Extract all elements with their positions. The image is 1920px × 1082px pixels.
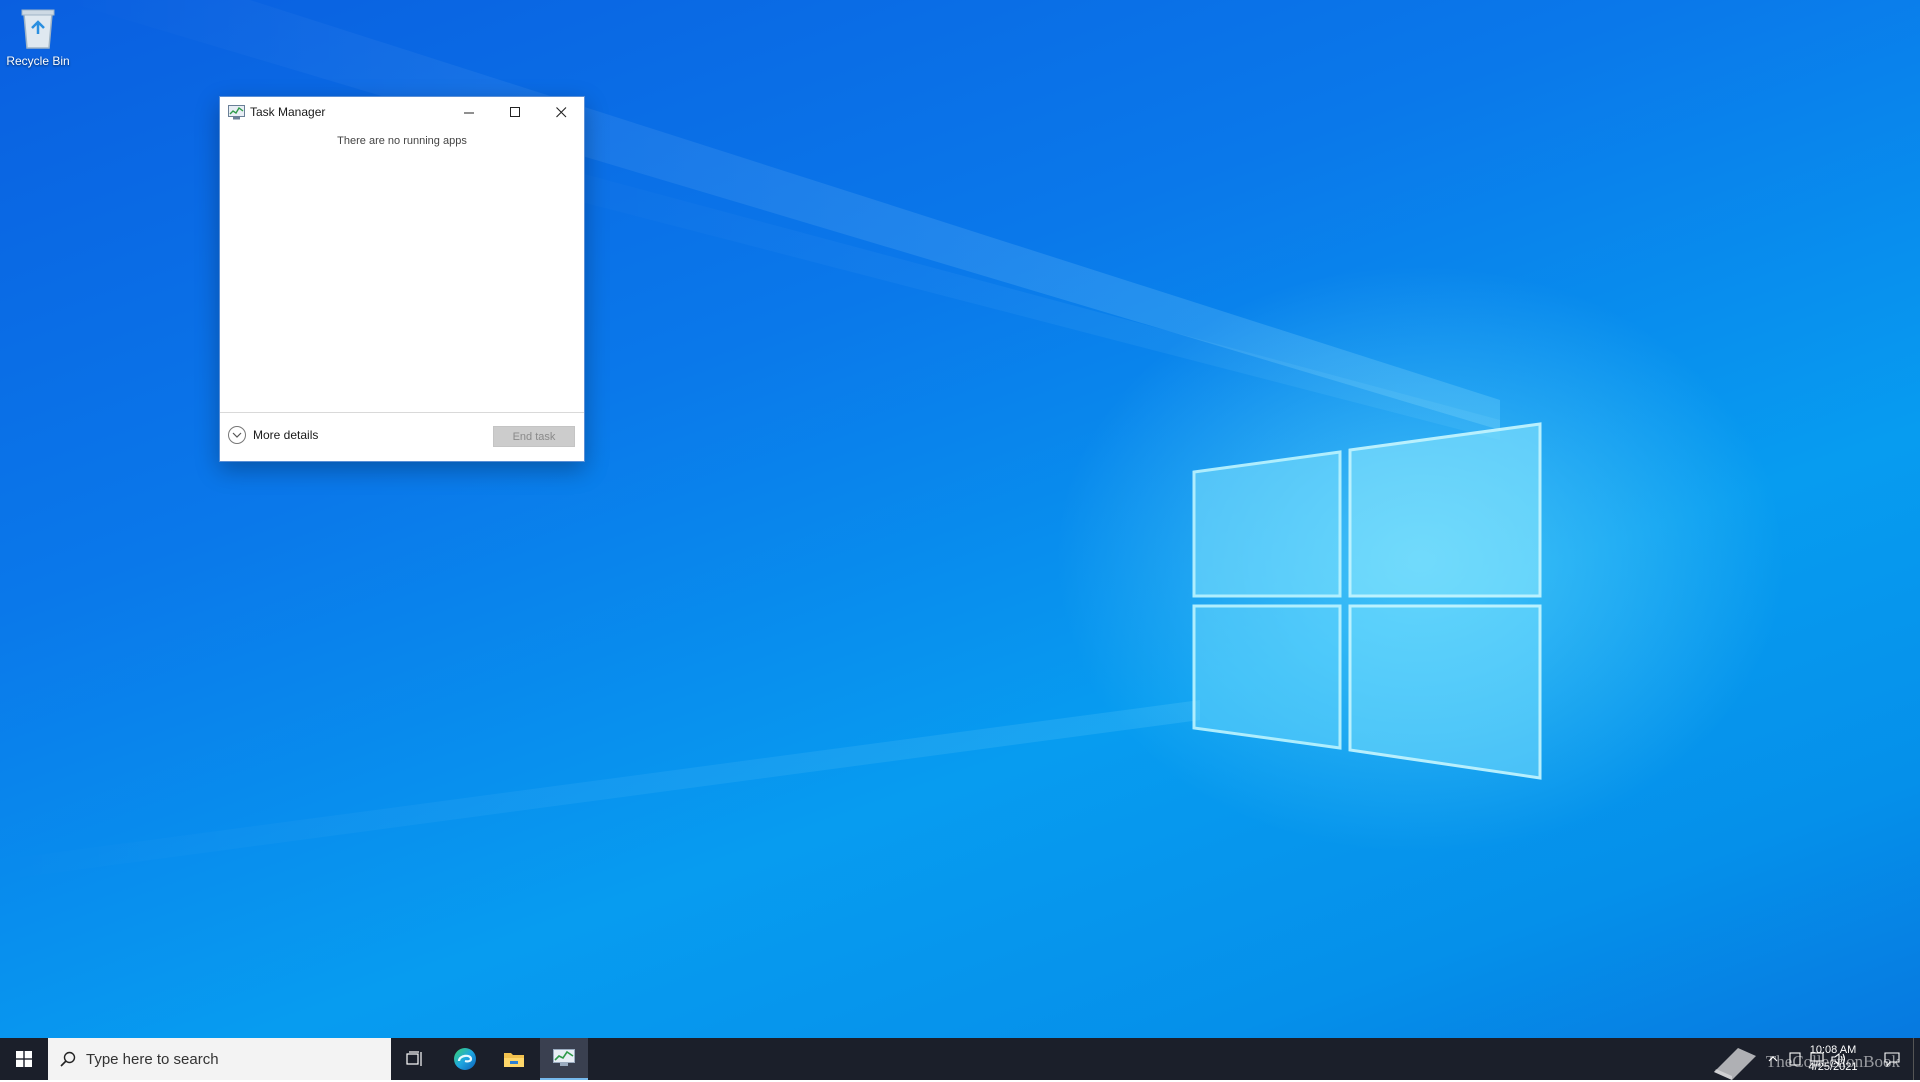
clock-date: 4/25/2021 — [1808, 1061, 1858, 1073]
taskbar-task-manager[interactable] — [540, 1038, 588, 1080]
clock-time: 10:08 AM — [1809, 1044, 1857, 1056]
start-button[interactable] — [0, 1038, 48, 1080]
search-icon — [60, 1051, 76, 1067]
tray-chevron[interactable] — [1762, 1038, 1784, 1080]
taskbar-search-box[interactable]: Type here to search — [48, 1038, 391, 1080]
notifications-icon — [1884, 1051, 1900, 1067]
taskbar-file-explorer[interactable] — [490, 1038, 538, 1080]
empty-state-message: There are no running apps — [337, 135, 467, 147]
desktop-background: Recycle Bin Task Manager There are no ru… — [0, 0, 1920, 1038]
taskbar: Type here to search TheCollectionBook 10… — [0, 1038, 1920, 1080]
book-logo-icon — [1713, 1048, 1756, 1080]
desktop-icon-recycle-bin[interactable]: Recycle Bin — [4, 6, 72, 68]
start-icon — [16, 1051, 32, 1067]
minimize-icon — [463, 112, 474, 113]
task-manager-icon — [228, 104, 245, 119]
task-manager-footer: More details End task — [220, 412, 584, 461]
chevron-up-icon — [1768, 1056, 1778, 1062]
edge-icon — [454, 1048, 476, 1070]
maximize-icon — [509, 106, 520, 117]
minimize-button[interactable] — [446, 97, 492, 127]
end-task-button[interactable]: End task — [493, 426, 575, 447]
file-explorer-icon — [504, 1053, 524, 1067]
task-view-icon — [406, 1051, 422, 1066]
close-button[interactable] — [538, 97, 584, 127]
system-tray: TheCollectionBook 10:08 AM 4/25/2021 — [1500, 1038, 1920, 1080]
action-center-button[interactable] — [1872, 1038, 1912, 1080]
close-icon — [555, 106, 566, 117]
desktop-icon-label: Recycle Bin — [6, 54, 70, 68]
task-manager-icon — [553, 1049, 575, 1066]
window-title: Task Manager — [250, 105, 326, 119]
title-bar[interactable]: Task Manager — [220, 97, 584, 127]
taskbar-edge[interactable] — [441, 1038, 489, 1080]
maximize-button[interactable] — [492, 97, 538, 127]
show-desktop-button[interactable] — [1913, 1038, 1920, 1080]
recycle-bin-icon — [21, 9, 55, 49]
task-view-button[interactable] — [391, 1038, 439, 1080]
task-manager-window[interactable]: Task Manager There are no running apps M… — [219, 96, 585, 462]
more-details-label: More details — [253, 428, 319, 442]
taskbar-clock[interactable]: 10:08 AM 4/25/2021 — [1798, 1042, 1868, 1076]
search-placeholder: Type here to search — [86, 1050, 219, 1068]
more-details-button[interactable]: More details — [228, 426, 318, 444]
chevron-down-icon — [228, 426, 246, 444]
